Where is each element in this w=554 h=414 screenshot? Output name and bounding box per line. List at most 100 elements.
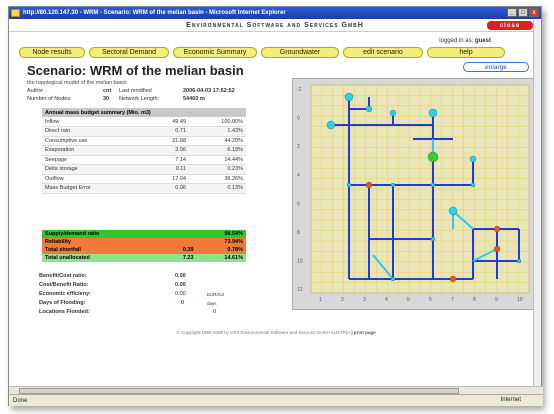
map-y-tick-label: 12: [297, 287, 303, 293]
ratio-row: Reliability 73.94%: [42, 238, 246, 246]
network-node: [390, 276, 396, 282]
network-node: [326, 120, 336, 130]
budget-row-percent: 14.44%: [189, 155, 246, 165]
map-y-tick-label: 8: [297, 230, 300, 236]
login-status: logged in as: guest: [439, 38, 491, 44]
map-y-tick-label: 2: [297, 144, 300, 150]
efficiency-unit: EUR/m3: [207, 292, 225, 297]
map-y-tick-label: -2: [297, 87, 302, 93]
budget-row-label: Outflow: [42, 174, 149, 184]
map-x-tick-label: 3: [363, 297, 366, 303]
page-footer: © Copyright 1995-2005 by ESS Environment…: [9, 330, 543, 335]
budget-row: Outflow 17.94 36.26%: [42, 174, 246, 184]
network-node: [449, 275, 457, 283]
network-node: [516, 258, 522, 264]
budget-row-percent: 100.00%: [189, 117, 246, 127]
nav-sectoral-demand[interactable]: Sectoral Demand: [89, 47, 169, 58]
print-page-link[interactable]: | print page: [351, 330, 375, 335]
budget-row: Direct rain 0.71 1.43%: [42, 126, 246, 137]
budget-row-label: Evaporation: [42, 145, 149, 156]
ratios-table: Supply/demand ratio 98.54% Reliability 73.9…: [42, 230, 246, 262]
author-label: Author: [27, 88, 44, 94]
ratio-label: Total unallocated: [45, 255, 90, 261]
network-node: [430, 182, 436, 188]
nav-bar: Node results Sectoral Demand Economic Su…: [19, 47, 505, 58]
network-node: [428, 108, 438, 118]
budget-row-value: 0.06: [148, 183, 190, 194]
budget-row-label: Inflow: [42, 117, 149, 127]
status-bar: Done Internet: [9, 394, 543, 406]
budget-row-value: 17.94: [148, 174, 190, 184]
nav-economic-summary[interactable]: Economic Summary: [173, 47, 257, 58]
last-modified-label: Last modified: [119, 88, 152, 94]
budget-row: Seepage 7.14 14.44%: [42, 155, 246, 165]
ratio-row: Supply/demand ratio 98.54%: [42, 230, 246, 238]
network-node: [448, 206, 458, 216]
budget-row-percent: 44.20%: [189, 136, 246, 146]
nodes-value: 30: [103, 96, 110, 102]
map-y-tick-label: 4: [297, 173, 300, 179]
budget-row: Evaporation 3.06 6.19%: [42, 145, 246, 156]
map-x-tick-label: 7: [451, 297, 454, 303]
minimize-button[interactable]: _: [507, 8, 517, 17]
ratio-label: Total shortfall: [45, 247, 81, 253]
ratio-percent: 98.54%: [224, 231, 243, 237]
efficiency-label: Economic efficieny:: [39, 291, 91, 297]
nodes-label: Number of Nodes:: [27, 96, 72, 102]
close-button[interactable]: close: [487, 21, 533, 30]
budget-row-value: 21.88: [148, 136, 190, 146]
network-length-value: 54460 m: [183, 96, 205, 102]
network-node: [427, 151, 439, 163]
horizontal-scrollbar[interactable]: [9, 386, 543, 394]
ratio-label: Reliability: [45, 239, 71, 245]
maximize-button[interactable]: □: [518, 8, 528, 17]
window-titlebar: http://80.120.147.30 - WRM - Scenario: W…: [9, 7, 541, 19]
window-close-button[interactable]: x: [529, 8, 539, 17]
locations-value: 0: [213, 309, 217, 315]
network-map[interactable]: -2 0 2 4 6 8 10 12 1 2 3 4 5 6 7 8 9 10: [292, 78, 536, 310]
locations-label: Locations Flooded:: [39, 309, 90, 315]
network-node: [365, 105, 373, 113]
budget-row-value: 3.06: [148, 145, 190, 156]
cb-ratio-value: 0.00: [175, 282, 186, 288]
nav-edit-scenario[interactable]: edit scenario: [343, 47, 423, 58]
map-x-tick-label: 6: [429, 297, 432, 303]
budget-row-percent: 0.23%: [189, 164, 246, 175]
map-x-tick-label: 5: [407, 297, 410, 303]
network-node: [493, 225, 501, 233]
map-x-tick-label: 10: [517, 297, 523, 303]
ratio-value: 0.39: [182, 247, 194, 253]
company-banner: Environmental Software and Services GmbH…: [9, 19, 541, 32]
budget-row-label: Seepage: [42, 155, 149, 165]
map-x-tick-label: 4: [385, 297, 388, 303]
network-length-label: Network Length:: [119, 96, 160, 102]
window-title: http://80.120.147.30 - WRM - Scenario: W…: [23, 10, 286, 16]
map-x-tick-label: 1: [319, 297, 322, 303]
network-node: [365, 181, 373, 189]
ratio-percent: 73.94%: [224, 239, 243, 245]
map-x-tick-label: 2: [341, 297, 344, 303]
nav-groundwater[interactable]: Groundwater: [261, 47, 339, 58]
map-x-tick-label: 9: [495, 297, 498, 303]
budget-row-value: 7.14: [148, 155, 190, 165]
company-name: Environmental Software and Services GmbH: [186, 21, 364, 29]
budget-row-value: 0.71: [148, 126, 190, 137]
enlarge-button[interactable]: enlarge: [463, 62, 529, 72]
efficiency-value: 0.00: [175, 291, 186, 297]
budget-row-label: Direct rain: [42, 126, 149, 137]
network-node: [346, 182, 352, 188]
nav-help[interactable]: help: [427, 47, 505, 58]
cb-ratio-label: Cost/Benefit Ratio:: [39, 282, 89, 288]
network-node: [390, 182, 396, 188]
nav-node-results[interactable]: Node results: [19, 47, 85, 58]
vertical-scrollbar[interactable]: [533, 20, 541, 386]
flooding-label: Days of Flooding:: [39, 300, 86, 306]
flooding-value: 0: [181, 300, 185, 306]
budget-row-label: Delta storage: [42, 164, 149, 175]
network-map-svg[interactable]: -20246810121 2 3 4 5 6 7 8 9 10: [293, 79, 535, 309]
network-node: [469, 155, 477, 163]
budget-row: Consumptive use 21.88 44.20%: [42, 136, 246, 146]
browser-window: http://80.120.147.30 - WRM - Scenario: W…: [8, 6, 543, 406]
budget-row-percent: 36.26%: [189, 174, 246, 184]
network-node: [344, 92, 354, 102]
